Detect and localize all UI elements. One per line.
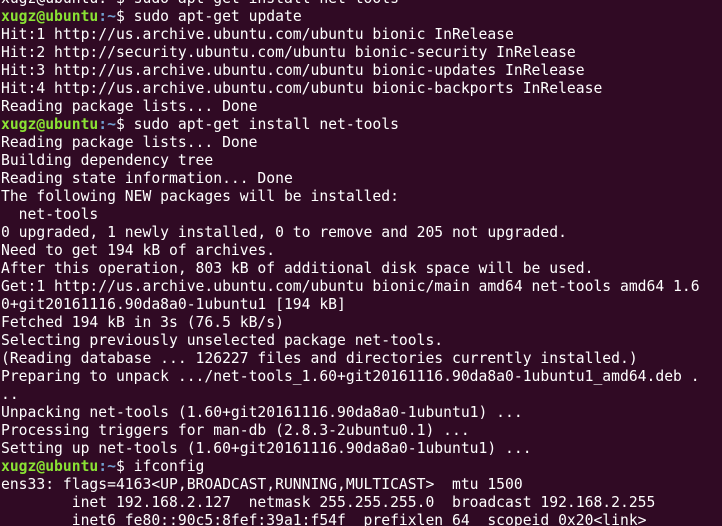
terminal-output-line: The following NEW packages will be insta…	[1, 188, 399, 205]
prompt-user-host: xugz@ubuntu	[1, 458, 99, 475]
terminal-output-line: Fetched 194 kB in 3s (76.5 kB/s)	[1, 314, 284, 331]
terminal-output-line: Setting up net-tools (1.60+git20161116.9…	[1, 440, 532, 457]
terminal-output-line: Need to get 194 kB of archives.	[1, 242, 276, 259]
prompt-path: :~	[98, 8, 116, 25]
terminal-output-line: Reading package lists... Done	[1, 134, 258, 151]
terminal-output-line: Get:1 http://us.archive.ubuntu.com/ubunt…	[1, 278, 700, 295]
prompt-sign: $	[115, 8, 134, 25]
terminal-prompt-line: xugz@ubuntu:~$ sudo apt-get update	[1, 8, 722, 26]
prompt-path: :~	[98, 458, 116, 475]
terminal-output-line: Hit:4 http://us.archive.ubuntu.com/ubunt…	[1, 80, 603, 97]
terminal-prompt-line: xugz@ubuntu:~$ sudo apt-get install net-…	[1, 116, 722, 134]
terminal-output-line: Hit:3 http://us.archive.ubuntu.com/ubunt…	[1, 62, 585, 79]
terminal-output-line: Reading package lists... Done	[1, 98, 258, 115]
terminal-output-line: net-tools	[1, 206, 99, 223]
terminal-output-line: 0+git20161116.90da8a0-1ubuntu1 [194 kB]	[1, 296, 346, 313]
terminal-command: sudo apt-get update	[133, 8, 302, 25]
prompt-sign: $	[115, 458, 134, 475]
terminal-output[interactable]: xugz@ubuntu:~$ sudo apt-get install net-…	[1, 0, 722, 526]
terminal-output-line: Hit:1 http://us.archive.ubuntu.com/ubunt…	[1, 26, 514, 43]
terminal-output-line: Hit:2 http://security.ubuntu.com/ubuntu …	[1, 44, 576, 61]
terminal-output-line: inet6 fe80::90c5:8fef:39a1:f54f prefixle…	[1, 512, 647, 526]
terminal-output-line: After this operation, 803 kB of addition…	[1, 260, 594, 277]
terminal-partial-line: xugz@ubuntu:~$ sudo apt-get install net-…	[1, 0, 722, 8]
terminal-output-line: Building dependency tree	[1, 152, 214, 169]
terminal-output-line: Selecting previously unselected package …	[1, 332, 444, 349]
terminal-output-line: Reading state information... Done	[1, 170, 293, 187]
prompt-path: :~	[98, 116, 116, 133]
terminal-command: ifconfig	[133, 458, 205, 475]
terminal-output-line: inet 192.168.2.127 netmask 255.255.255.0…	[1, 494, 656, 511]
terminal-prompt-line: xugz@ubuntu:~$ ifconfig	[1, 458, 722, 476]
terminal-output-line: (Reading database ... 126227 files and d…	[1, 350, 638, 367]
prompt-sign: $	[115, 116, 134, 133]
terminal-output-line: 0 upgraded, 1 newly installed, 0 to remo…	[1, 224, 567, 241]
terminal-output-line: ens33: flags=4163<UP,BROADCAST,RUNNING,M…	[1, 476, 523, 493]
terminal-command: sudo apt-get install net-tools	[133, 116, 399, 133]
prompt-user-host: xugz@ubuntu	[1, 116, 99, 133]
terminal-output-line: Processing triggers for man-db (2.8.3-2u…	[1, 422, 470, 439]
terminal-window[interactable]: xugz@ubuntu:~$ sudo apt-get install net-…	[0, 0, 722, 526]
terminal-output-line: ..	[1, 386, 19, 403]
terminal-output-line: Unpacking net-tools (1.60+git20161116.90…	[1, 404, 523, 421]
prompt-user-host: xugz@ubuntu	[1, 8, 99, 25]
terminal-output-line: Preparing to unpack .../net-tools_1.60+g…	[1, 368, 700, 385]
